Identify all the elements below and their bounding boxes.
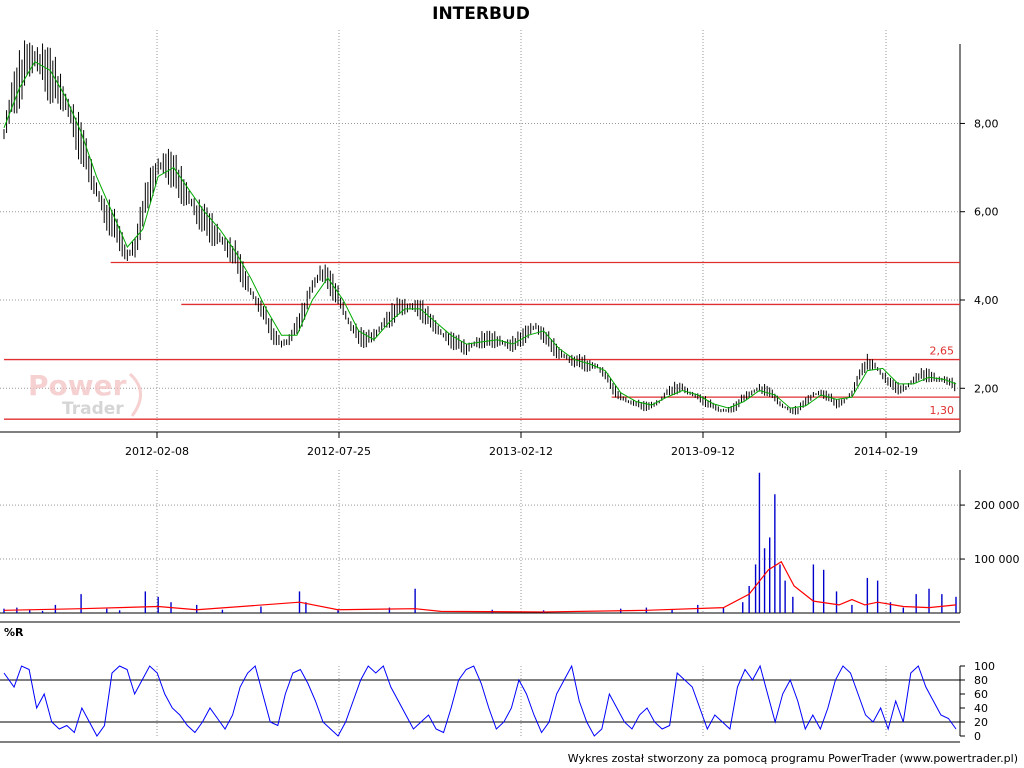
date-tick-label: 2012-02-08 xyxy=(125,445,189,458)
volume-bars xyxy=(3,472,957,613)
chart-canvas: INTERBUD Power Trader 2,65 1,30 2,00 4,00 6… xyxy=(0,4,1020,765)
support-line-label: 1,30 xyxy=(930,404,955,417)
indicator-y-tick-label: 0 xyxy=(974,730,981,743)
volume-panel: 100 000 200 000 xyxy=(0,470,1020,623)
date-tick-label: 2014-02-19 xyxy=(854,445,918,458)
date-axis: 2012-02-08 2012-07-25 2013-02-12 2013-09-12… xyxy=(125,445,918,458)
volume-y-tick-label: 200 000 xyxy=(974,499,1020,512)
logo-word-power: Power xyxy=(28,369,127,402)
indicator-title: %R xyxy=(4,626,24,639)
williams-r-line xyxy=(3,664,957,737)
indicator-y-axis: 020406080100 xyxy=(960,660,995,743)
indicator-y-tick-label: 100 xyxy=(974,660,995,673)
volume-grid xyxy=(0,470,961,623)
indicator-y-tick-label: 60 xyxy=(974,688,988,701)
volume-y-axis: 100 000 200 000 xyxy=(960,499,1020,566)
price-panel: Power Trader 2,65 1,30 2,00 4,00 6,00 8,00 2… xyxy=(0,30,999,458)
date-tick-label: 2013-02-12 xyxy=(489,445,553,458)
date-tick-label: 2012-07-25 xyxy=(307,445,371,458)
indicator-y-tick-label: 40 xyxy=(974,702,988,715)
price-y-axis: 2,00 4,00 6,00 8,00 xyxy=(960,117,999,395)
support-line-label: 2,65 xyxy=(930,345,955,358)
price-y-tick-label: 4,00 xyxy=(974,294,999,307)
logo-word-trader: Trader xyxy=(62,399,124,419)
price-y-tick-label: 6,00 xyxy=(974,206,999,219)
price-y-tick-label: 8,00 xyxy=(974,117,999,130)
price-y-tick-label: 2,00 xyxy=(974,382,999,395)
indicator-y-tick-label: 80 xyxy=(974,674,988,687)
williams-r-panel: %R 020406080100 xyxy=(0,626,995,743)
footer-credit: Wykres został stworzony za pomocą progra… xyxy=(568,752,1018,765)
volume-y-tick-label: 100 000 xyxy=(974,553,1020,566)
indicator-y-tick-label: 20 xyxy=(974,716,988,729)
chart-title: INTERBUD xyxy=(432,4,530,24)
date-tick-label: 2013-09-12 xyxy=(671,445,735,458)
